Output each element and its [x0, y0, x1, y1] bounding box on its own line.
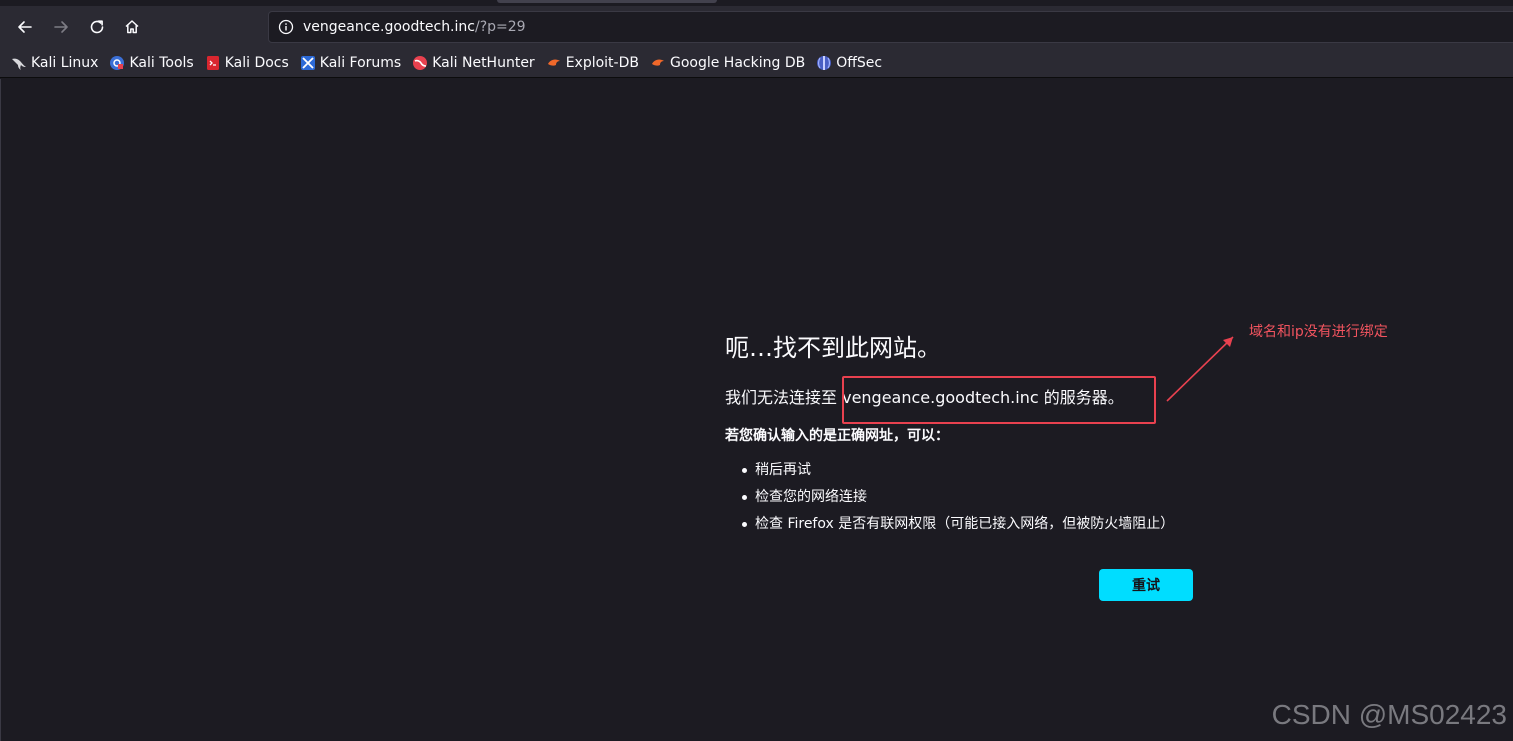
bookmark-label: Kali Tools — [129, 54, 194, 71]
retry-button[interactable]: 重试 — [1099, 569, 1193, 601]
reload-icon — [90, 20, 104, 34]
bookmark-kali-nethunter[interactable]: Kali NetHunter — [412, 51, 535, 75]
annotation-text: 域名和ip没有进行绑定 — [1249, 324, 1388, 340]
kali-docs-icon — [206, 55, 219, 70]
bookmark-label: Kali Forums — [319, 54, 402, 71]
offsec-icon — [817, 55, 832, 70]
home-button[interactable] — [116, 11, 148, 43]
error-suggestion-list: 稍后再试 检查您的网络连接 检查 Firefox 是否有联网权限（可能已接入网络… — [725, 457, 1174, 538]
kali-nethunter-icon — [413, 55, 428, 70]
annotation-highlight-box — [842, 376, 1156, 424]
active-tab[interactable] — [497, 0, 717, 3]
home-icon — [125, 20, 139, 34]
kali-dragon-icon — [12, 58, 26, 70]
bookmarks-toolbar: Kali Linux Kali Tools Kali Docs Kali For… — [0, 48, 1513, 78]
reload-button[interactable] — [81, 11, 113, 43]
bookmark-offsec[interactable]: OffSec — [816, 51, 882, 75]
error-title: 呃…找不到此网站。 — [725, 334, 941, 362]
bookmark-label: Kali Linux — [31, 54, 99, 71]
navigation-toolbar: vengeance.goodtech.inc/?p=29 — [0, 6, 1513, 48]
list-item: 稍后再试 — [725, 457, 1174, 484]
watermark: CSDN @MS02423 — [1271, 699, 1507, 730]
url-domain: vengeance.goodtech.inc — [303, 19, 475, 35]
list-item: 检查您的网络连接 — [725, 484, 1174, 511]
ghdb-icon — [651, 59, 664, 66]
bookmark-kali-tools[interactable]: Kali Tools — [109, 51, 194, 75]
bookmark-kali-forums[interactable]: Kali Forums — [300, 51, 401, 75]
list-item: 检查 Firefox 是否有联网权限（可能已接入网络，但被防火墙阻止） — [725, 511, 1174, 538]
kali-tools-icon — [110, 55, 125, 70]
url-text[interactable]: vengeance.goodtech.inc/?p=29 — [303, 19, 526, 36]
arrow-left-icon — [18, 21, 32, 33]
exploit-db-icon — [547, 59, 560, 66]
bookmark-google-hacking-db[interactable]: Google Hacking DB — [650, 51, 805, 75]
bookmark-label: Kali Docs — [224, 54, 289, 71]
forward-button[interactable] — [45, 11, 77, 43]
bookmark-label: Google Hacking DB — [669, 54, 806, 71]
info-icon[interactable] — [278, 19, 294, 35]
url-path: /?p=29 — [474, 19, 526, 35]
bookmark-kali-linux[interactable]: Kali Linux — [11, 51, 98, 75]
page-content: 呃…找不到此网站。 我们无法连接至 vengeance.goodtech.inc… — [0, 79, 1513, 741]
bookmark-label: Kali NetHunter — [432, 54, 535, 71]
error-description-prefix: 我们无法连接至 — [725, 388, 838, 407]
kali-forums-icon — [300, 55, 315, 70]
bookmark-exploit-db[interactable]: Exploit-DB — [546, 51, 639, 75]
error-suggestion-heading: 若您确认输入的是正确网址，可以： — [725, 428, 949, 444]
bookmark-label: OffSec — [836, 54, 883, 71]
bookmark-kali-docs[interactable]: Kali Docs — [205, 51, 289, 75]
arrow-right-icon — [54, 21, 68, 33]
bookmark-label: Exploit-DB — [565, 54, 639, 71]
browser-window: vengeance.goodtech.inc/?p=29 Kali Linux … — [0, 0, 1513, 741]
url-bar[interactable]: vengeance.goodtech.inc/?p=29 — [268, 11, 1513, 43]
annotation-arrow-icon — [1166, 336, 1234, 402]
back-button[interactable] — [9, 11, 41, 43]
